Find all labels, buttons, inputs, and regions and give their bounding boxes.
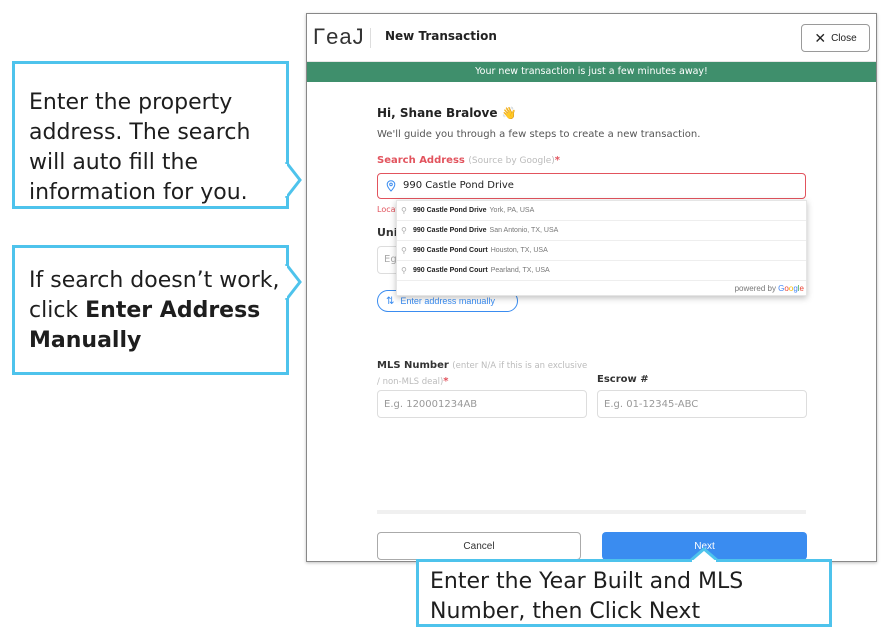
callout-text: Enter the property address. The search w… [29, 90, 251, 205]
suggestion-sub: Houston, TX, USA [490, 247, 548, 254]
callout-text: Enter the Year Built and MLS Number, the… [430, 569, 744, 624]
manual-button-label: Enter address manually [400, 296, 495, 306]
callout-pointer [284, 161, 302, 199]
search-address-label: Search Address (Source by Google)* [377, 155, 560, 166]
suggestion-item[interactable]: ⚲ 990 Castle Pond Court Pearland, TX, US… [397, 261, 806, 281]
close-button[interactable]: ✕ Close [801, 24, 870, 52]
header-divider [370, 28, 371, 48]
callout-pointer [689, 547, 719, 563]
suggestion-sub: San Antonio, TX, USA [489, 227, 559, 234]
real-logo: ΓeaJ [313, 24, 365, 49]
close-icon: ✕ [814, 30, 827, 46]
suggestion-sub: Pearland, TX, USA [490, 267, 550, 274]
map-pin-icon: ⚲ [401, 266, 407, 275]
map-pin-icon: ⚲ [401, 246, 407, 255]
suggestion-main: 990 Castle Pond Court [413, 267, 488, 274]
google-letter: e [799, 284, 804, 293]
footer-divider [377, 510, 806, 514]
greeting: Hi, Shane Bralove 👋 [377, 106, 517, 120]
swap-arrows-icon: ⇅ [386, 295, 395, 307]
location-pin-icon [386, 180, 396, 192]
suggestion-item[interactable]: ⚲ 990 Castle Pond Drive York, PA, USA [397, 201, 806, 221]
search-address-input[interactable]: 990 Castle Pond Drive [377, 173, 806, 199]
map-pin-icon: ⚲ [401, 226, 407, 235]
callout-manual-address: If search doesn’t work, click Enter Addr… [12, 245, 289, 375]
modal-title: New Transaction [385, 29, 497, 43]
callout-next-step: Enter the Year Built and MLS Number, the… [416, 559, 832, 627]
required-mark: * [554, 155, 561, 166]
search-value: 990 Castle Pond Drive [403, 180, 514, 191]
powered-by-google: powered by Google [735, 284, 804, 293]
mls-number-label: MLS Number (enter N/A if this is an excl… [377, 358, 592, 390]
map-pin-icon: ⚲ [401, 206, 407, 215]
suggestion-item[interactable]: ⚲ 990 Castle Pond Drive San Antonio, TX,… [397, 221, 806, 241]
cancel-button[interactable]: Cancel [377, 532, 581, 560]
powered-prefix: powered by [734, 284, 779, 293]
modal-header: ΓeaJ New Transaction ✕ Close [307, 14, 876, 62]
new-transaction-modal: ΓeaJ New Transaction ✕ Close Your new tr… [306, 13, 877, 562]
suggestion-sub: York, PA, USA [489, 207, 535, 214]
mls-label-text: MLS Number [377, 360, 449, 371]
suggestion-main: 990 Castle Pond Court [413, 247, 488, 254]
callout-pointer [284, 263, 302, 301]
close-label: Close [831, 32, 857, 44]
suggestion-main: 990 Castle Pond Drive [413, 227, 487, 234]
search-label-text: Search Address [377, 155, 465, 166]
callout-text: If search doesn’t work, click Enter Addr… [29, 266, 286, 356]
callout-enter-address: Enter the property address. The search w… [12, 61, 289, 209]
escrow-input[interactable]: E.g. 01-12345-ABC [597, 390, 807, 418]
suggestion-item[interactable]: ⚲ 990 Castle Pond Court Houston, TX, USA [397, 241, 806, 261]
required-mark: * [443, 376, 449, 387]
info-banner: Your new transaction is just a few minut… [307, 62, 876, 82]
mls-number-input[interactable]: E.g. 120001234AB [377, 390, 587, 418]
suggestion-main: 990 Castle Pond Drive [413, 207, 487, 214]
address-suggestions-dropdown: ⚲ 990 Castle Pond Drive York, PA, USA ⚲ … [396, 200, 807, 296]
escrow-label: Escrow # [597, 374, 649, 385]
guide-text: We'll guide you through a few steps to c… [377, 129, 701, 140]
search-label-hint: (Source by Google) [468, 156, 555, 166]
